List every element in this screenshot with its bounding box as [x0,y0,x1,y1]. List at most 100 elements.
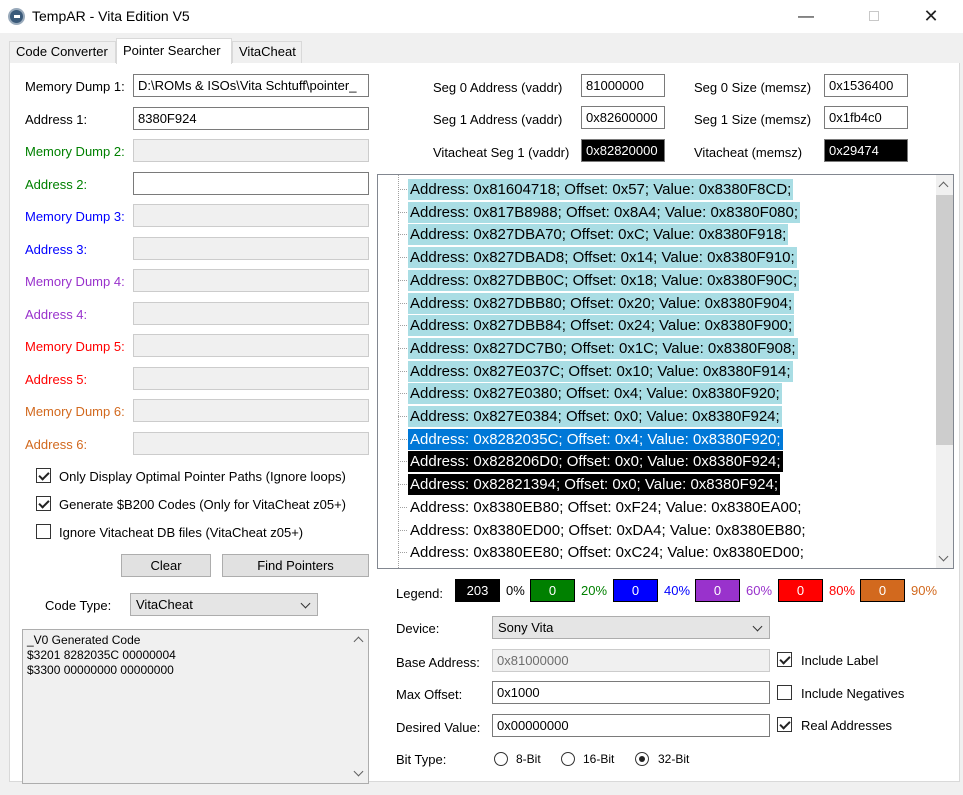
radio-16bit-label: 16-Bit [583,752,615,766]
radio-16bit[interactable] [561,752,575,766]
tree-branch-line [398,279,407,281]
tree-branch-line [398,370,407,372]
tree-node-text: Address: 0x827E0384; Offset: 0x0; Value:… [408,406,782,427]
include-negatives-checkbox[interactable] [777,685,792,700]
real-addresses-checkbox[interactable] [777,717,792,732]
seg0-address-label: Seg 0 Address (vaddr) [433,80,563,95]
app-icon [8,8,25,25]
legend-swatch: 0 [860,579,905,602]
seg1-address-field[interactable]: 0x82600000 [581,106,665,129]
tree-node[interactable]: Address: 0x827E0384; Offset: 0x0; Value:… [378,405,933,428]
tree-node[interactable]: Address: 0x827DBB84; Offset: 0x24; Value… [378,314,933,337]
generated-code-textarea[interactable]: _V0 Generated Code $3201 8282035C 000000… [22,629,369,784]
tree-node[interactable]: Address: 0x828206D0; Offset: 0x0; Value:… [378,450,933,473]
tree-node[interactable]: Address: 0x82821394; Offset: 0x0; Value:… [378,473,933,496]
memory-dump-field[interactable]: D:\ROMs & ISOs\Vita Schtuff\pointer_ [133,74,369,97]
vitacheat-memsz-field[interactable]: 0x29474 [824,139,908,162]
legend-percent: 80% [829,583,856,598]
code-scrollbar[interactable] [351,630,368,783]
status-strip [0,785,963,795]
row-label: Memory Dump 6: [25,404,125,419]
tree-node[interactable]: Address: 0x817B8988; Offset: 0x8A4; Valu… [378,201,933,224]
seg0-address-field[interactable]: 81000000 [581,74,665,97]
address-field [133,431,369,455]
tree-node[interactable]: Address: 0x8380ED00; Offset: 0xDA4; Valu… [378,519,933,542]
tree-node[interactable]: Address: 0x8380EB80; Offset: 0xF24; Valu… [378,496,933,519]
seg0-size-field[interactable]: 0x1536400 [824,74,908,97]
seg1-size-field[interactable]: 0x1fb4c0 [824,106,908,129]
radio-8bit[interactable] [494,752,508,766]
radio-32bit[interactable] [635,752,649,766]
tree-node-text: Address: 0x82821394; Offset: 0x0; Value:… [408,474,781,496]
find-pointers-button[interactable]: Find Pointers [222,554,369,577]
legend-swatch: 0 [530,579,575,602]
tree-branch-line [398,552,407,554]
legend-percent: 60% [746,583,773,598]
scroll-up-icon[interactable] [938,181,949,192]
tree-node[interactable]: Address: 0x827E037C; Offset: 0x10; Value… [378,360,933,383]
real-addresses-text: Real Addresses [801,718,893,733]
chevron-down-icon [300,598,311,609]
legend-swatch: 0 [613,579,658,602]
base-address-label: Base Address: [396,655,480,670]
tab-code-converter[interactable]: Code Converter [9,41,116,63]
device-select[interactable]: Sony Vita [492,616,770,639]
tab-pointer-searcher[interactable]: Pointer Searcher [116,38,232,64]
tree-node[interactable]: Address: 0x81604718; Offset: 0x57; Value… [378,178,933,201]
tree-node[interactable]: Address: 0x827E0380; Offset: 0x4; Value:… [378,382,933,405]
legend-percent: 20% [581,583,608,598]
address-field[interactable] [133,171,369,195]
vitacheat-seg1-label: Vitacheat Seg 1 (vaddr) [433,145,570,160]
generated-code-text: _V0 Generated Code $3201 8282035C 000000… [27,633,176,677]
tree-node-text: Address: 0x827DBA70; Offset: 0xC; Value:… [408,224,789,246]
minimize-button[interactable]: — [783,0,829,33]
tree-node-text: Address: 0x8282035C; Offset: 0x4; Value:… [408,428,783,450]
scroll-down-icon[interactable] [938,551,949,562]
include-label-checkbox[interactable] [777,652,792,667]
legend-label: Legend: [396,586,443,601]
pointer-results-tree[interactable]: Address: 0x81604718; Offset: 0x57; Value… [377,174,954,569]
row-label: Memory Dump 5: [25,339,125,354]
chevron-down-icon [752,621,763,632]
include-label-text: Include Label [801,653,879,668]
option-checkbox[interactable] [36,496,51,511]
scroll-up-icon[interactable] [353,636,364,647]
tree-node-text: Address: 0x827DBB84; Offset: 0x24; Value… [408,315,795,337]
tree-node-text: Address: 0x827DC7B0; Offset: 0x1C; Value… [408,337,798,359]
code-type-label: Code Type: [45,598,112,613]
vitacheat-seg1-field[interactable]: 0x82820000 [581,139,665,162]
close-button[interactable]: ✕ [908,0,954,33]
tree-scrollbar[interactable] [936,175,953,568]
tree-branch-line [398,211,407,213]
desired-value-field[interactable]: 0x00000000 [492,714,770,737]
tree-node[interactable]: Address: 0x827DC7B0; Offset: 0x1C; Value… [378,337,933,360]
max-offset-field[interactable]: 0x1000 [492,681,770,704]
row-label: Memory Dump 1: [25,79,125,94]
address-field[interactable]: 8380F924 [133,106,369,130]
tab-vitacheat[interactable]: VitaCheat [232,41,302,63]
tree-node[interactable]: Address: 0x827DBA70; Offset: 0xC; Value:… [378,223,933,246]
tree-node[interactable]: Address: 0x8380EE80; Offset: 0xC24; Valu… [378,541,933,564]
row-label: Address 4: [25,306,88,322]
tab-strip: Code Converter Pointer Searcher VitaChea… [0,33,963,64]
maximize-button[interactable] [851,0,897,33]
tree-branch-line [398,506,407,508]
clear-button[interactable]: Clear [121,554,211,577]
address-field [133,366,369,390]
legend-swatch: 203 [455,579,500,602]
tree-node-text: Address: 0x827DBB80; Offset: 0x20; Value… [408,292,795,314]
memory-dump-field [133,269,369,292]
tree-node-text: Address: 0x8380EB80; Offset: 0xF24; Valu… [410,498,802,516]
tree-node[interactable]: Address: 0x827DBB80; Offset: 0x20; Value… [378,292,933,315]
tree-node[interactable]: Address: 0x827DBAD8; Offset: 0x14; Value… [378,246,933,269]
option-checkbox[interactable] [36,524,51,539]
code-type-select[interactable]: VitaCheat [130,593,318,616]
tree-node[interactable]: Address: 0x827DBB0C; Offset: 0x18; Value… [378,269,933,292]
option-checkbox[interactable] [36,468,51,483]
tree-branch-line [398,438,407,440]
tree-node[interactable]: Address: 0x8282035C; Offset: 0x4; Value:… [378,428,933,451]
scroll-thumb[interactable] [936,195,953,445]
tree-branch-line [398,325,407,327]
scroll-down-icon[interactable] [353,766,364,777]
include-negatives-text: Include Negatives [801,686,905,701]
